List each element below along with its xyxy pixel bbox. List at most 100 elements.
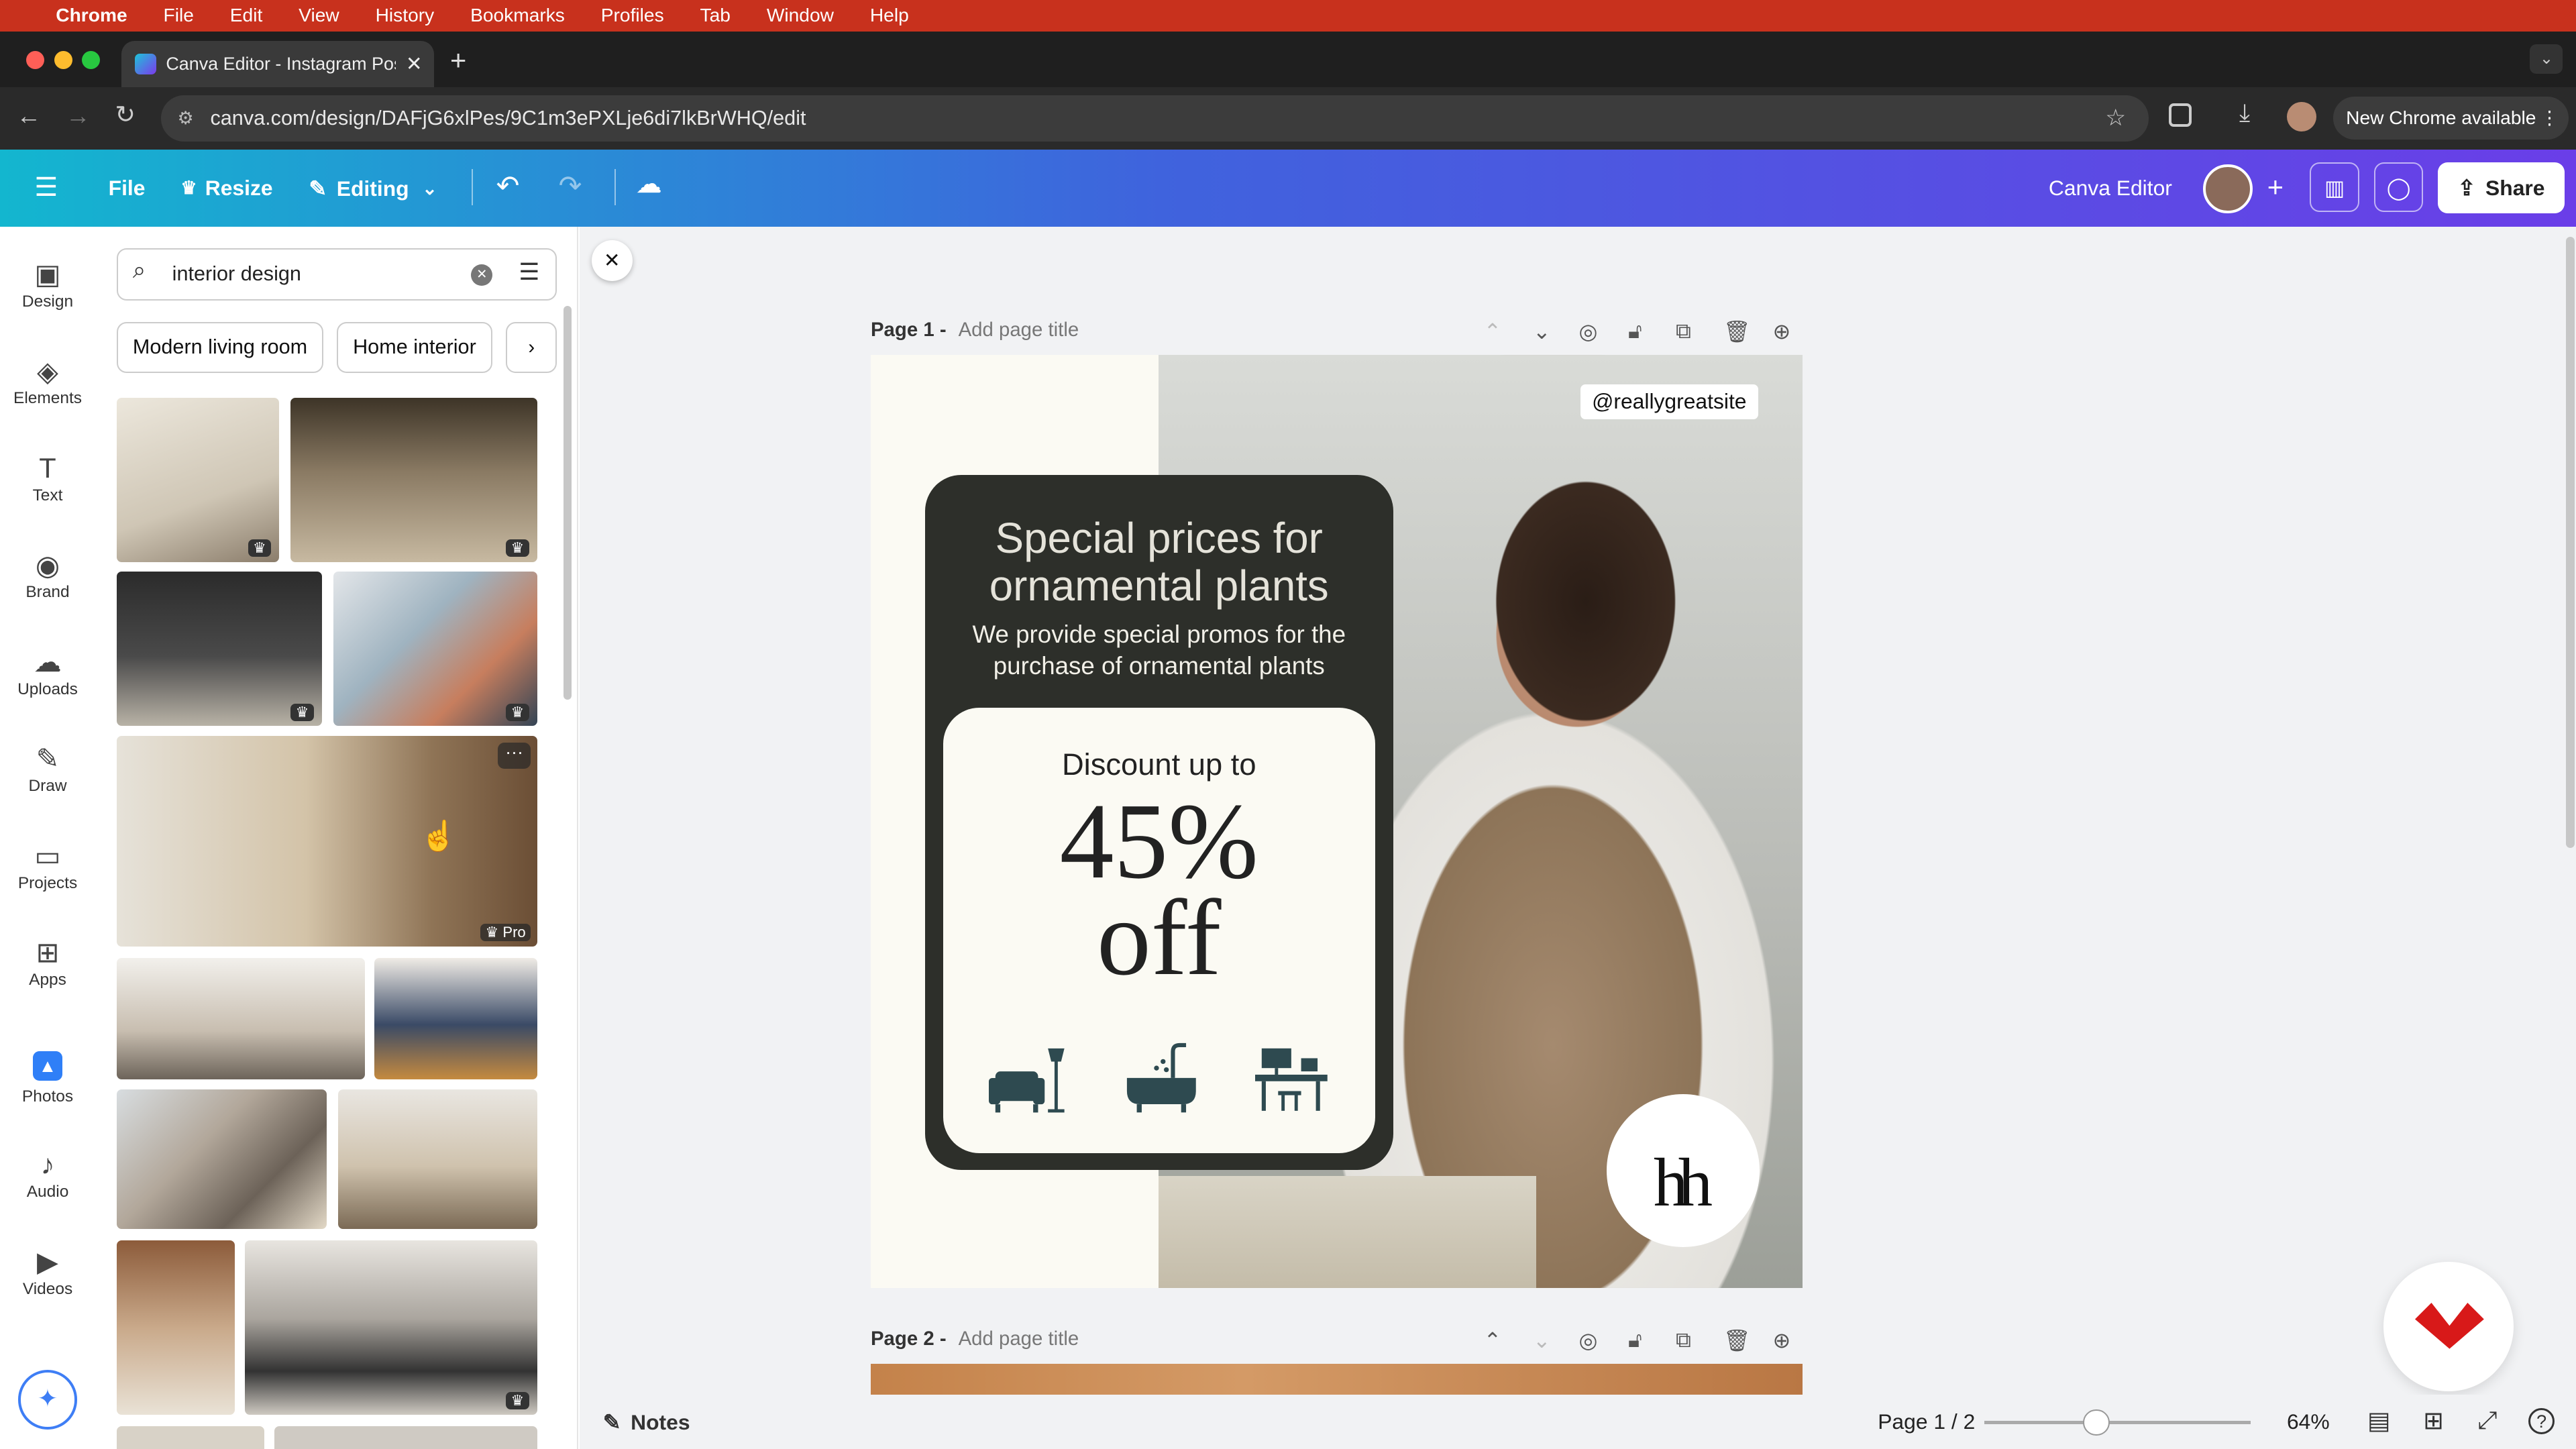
photo-thumbnail[interactable] xyxy=(116,957,365,1079)
rail-item-draw[interactable]: ✎ Draw xyxy=(0,741,95,796)
rail-item-brand[interactable]: ◉ Brand xyxy=(0,547,95,602)
bookmark-star-icon[interactable]: ☆ xyxy=(2105,95,2126,142)
minimize-window-button[interactable] xyxy=(54,50,72,69)
new-tab-icon[interactable]: + xyxy=(450,44,466,76)
chip-modern-living-room[interactable]: Modern living room xyxy=(116,321,324,373)
menu-window[interactable]: Window xyxy=(767,5,834,26)
photo-thumbnail[interactable] xyxy=(116,1089,327,1229)
close-window-button[interactable] xyxy=(26,50,45,69)
photo-thumbnail[interactable]: ♛ xyxy=(333,572,537,727)
photo-thumbnail[interactable]: ··· ♛ Pro xyxy=(116,736,537,947)
more-options-icon[interactable]: ··· xyxy=(498,742,531,769)
browser-tab[interactable]: Canva Editor - Instagram Pos ✕ xyxy=(121,41,434,87)
photo-thumbnail[interactable]: ♛ xyxy=(244,1240,537,1415)
resize-button[interactable]: ♛ Resize xyxy=(180,176,272,201)
design-title[interactable]: Canva Editor xyxy=(2049,176,2172,201)
page-up-icon[interactable]: ⌃ xyxy=(1483,1328,1501,1353)
delete-page-icon[interactable]: 🗑︎ xyxy=(1723,319,1750,344)
chips-next-icon[interactable]: › xyxy=(506,321,557,373)
menu-tab[interactable]: Tab xyxy=(700,5,731,26)
thumbnails-icon[interactable]: ⊞ xyxy=(2423,1406,2444,1435)
design-page-1[interactable]: @reallygreatsite Special prices for orna… xyxy=(870,354,1803,1288)
notes-button[interactable]: ✎ Notes xyxy=(603,1409,690,1435)
photo-thumbnail[interactable] xyxy=(374,957,537,1079)
file-menu-button[interactable]: File xyxy=(109,176,146,201)
design-page-2[interactable] xyxy=(870,1363,1803,1395)
zoom-slider-thumb[interactable] xyxy=(2083,1409,2110,1436)
site-info-icon[interactable]: ⚙ xyxy=(177,95,193,142)
discount-label[interactable]: Discount up to xyxy=(943,747,1375,782)
editing-mode-button[interactable]: ✎ Editing ⌄ xyxy=(309,176,437,201)
hide-page-icon[interactable]: ◎ xyxy=(1578,1328,1597,1353)
rail-item-audio[interactable]: ♪ Audio xyxy=(0,1146,95,1201)
rail-item-projects[interactable]: ▭ Projects xyxy=(0,838,95,893)
grid-view-icon[interactable]: ▤ xyxy=(2367,1406,2391,1435)
lock-page-icon[interactable]: 🔓︎ xyxy=(1628,1328,1642,1353)
rail-item-photos[interactable]: ▲ Photos xyxy=(0,1051,95,1106)
canvas-scrollbar[interactable] xyxy=(2566,236,2575,848)
panel-scrollbar[interactable] xyxy=(563,305,572,700)
extensions-icon[interactable] xyxy=(2168,103,2192,127)
menu-bookmarks[interactable]: Bookmarks xyxy=(470,5,565,26)
undo-icon[interactable]: ↶ xyxy=(496,169,520,202)
handle-tag[interactable]: @reallygreatsite xyxy=(1580,384,1758,419)
delete-page-icon[interactable]: 🗑︎ xyxy=(1723,1328,1750,1353)
menu-help[interactable]: Help xyxy=(870,5,909,26)
rail-item-elements[interactable]: ◈ Elements xyxy=(0,354,95,409)
photo-thumbnail[interactable] xyxy=(338,1089,537,1229)
magic-ai-icon[interactable]: ✦ xyxy=(17,1370,78,1430)
photo-thumbnail[interactable]: ♛ xyxy=(290,397,537,562)
clear-search-icon[interactable]: ✕ xyxy=(471,264,493,286)
tab-search-icon[interactable]: ⌄ xyxy=(2530,44,2563,74)
rail-item-uploads[interactable]: ☁ Uploads xyxy=(0,644,95,699)
new-chrome-available-button[interactable]: New Chrome available ⋮ xyxy=(2332,97,2569,140)
rail-item-design[interactable]: ▣ Design xyxy=(0,256,95,311)
chip-home-interior[interactable]: Home interior xyxy=(337,321,492,373)
brand-logo[interactable]: hh xyxy=(1607,1094,1760,1247)
duplicate-page-icon[interactable]: ⧉ xyxy=(1676,1328,1691,1353)
share-button[interactable]: ⇪ Share xyxy=(2438,162,2565,214)
redo-icon[interactable]: ↷ xyxy=(559,169,582,202)
menu-history[interactable]: History xyxy=(376,5,435,26)
promo-subtext[interactable]: We provide special promos for the purcha… xyxy=(948,619,1370,682)
menu-view[interactable]: View xyxy=(299,5,339,26)
insights-chart-icon[interactable]: ▥ xyxy=(2310,162,2359,212)
promo-headline[interactable]: Special prices for ornamental plants xyxy=(941,515,1377,610)
cloud-save-icon[interactable]: ☁ xyxy=(636,169,662,199)
rail-item-apps[interactable]: ⊞ Apps xyxy=(0,934,95,989)
close-panel-icon[interactable]: ✕ xyxy=(591,239,633,281)
search-box[interactable]: ⌕ interior design ✕ ☰ xyxy=(116,248,557,301)
comment-icon[interactable]: ◯ xyxy=(2373,162,2424,212)
discount-off[interactable]: off xyxy=(943,883,1375,992)
forward-icon[interactable]: → xyxy=(66,102,91,130)
collaborator-avatar[interactable] xyxy=(2203,164,2253,214)
rail-item-text[interactable]: T Text xyxy=(0,450,95,505)
add-page-icon[interactable]: ⊕ xyxy=(1772,1328,1790,1353)
menu-hamburger-icon[interactable]: ☰ xyxy=(34,172,58,203)
menu-edit[interactable]: Edit xyxy=(230,5,263,26)
search-input[interactable]: interior design xyxy=(172,262,301,286)
photo-thumbnail[interactable] xyxy=(116,1240,235,1415)
zoom-slider[interactable] xyxy=(1984,1409,2251,1436)
help-icon[interactable]: ? xyxy=(2528,1407,2555,1434)
profile-avatar[interactable] xyxy=(2287,101,2317,131)
lock-page-icon[interactable]: 🔓︎ xyxy=(1628,319,1642,344)
add-page-title[interactable]: Add page title xyxy=(959,1328,1079,1350)
hide-page-icon[interactable]: ◎ xyxy=(1578,319,1597,344)
photo-thumbnail[interactable] xyxy=(274,1426,537,1449)
duplicate-page-icon[interactable]: ⧉ xyxy=(1676,319,1691,344)
url-field[interactable]: ⚙ canva.com/design/DAFjG6xlPes/9C1m3ePXL… xyxy=(161,95,2149,142)
back-icon[interactable]: ← xyxy=(16,102,41,130)
menu-file[interactable]: File xyxy=(164,5,194,26)
add-page-icon[interactable]: ⊕ xyxy=(1772,319,1790,344)
photo-thumbnail[interactable] xyxy=(116,1426,265,1449)
zoom-level[interactable]: 64% xyxy=(2287,1409,2330,1434)
page-down-icon[interactable]: ⌄ xyxy=(1533,319,1551,344)
page-up-icon[interactable]: ⌃ xyxy=(1483,319,1501,344)
tab-close-icon[interactable]: ✕ xyxy=(406,52,423,76)
photo-thumbnail[interactable]: ♛ xyxy=(116,397,280,562)
maximize-window-button[interactable] xyxy=(82,50,101,69)
add-collaborator-icon[interactable]: + xyxy=(2257,169,2294,205)
reload-icon[interactable]: ↻ xyxy=(115,100,136,129)
chrome-menu-icon[interactable]: ⋮ xyxy=(2540,97,2559,140)
